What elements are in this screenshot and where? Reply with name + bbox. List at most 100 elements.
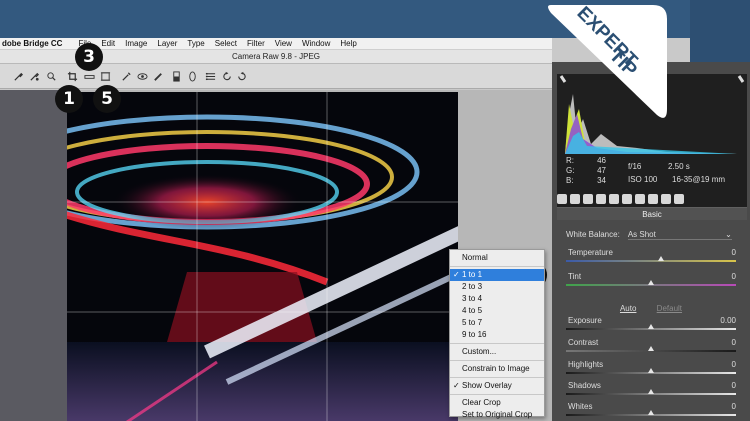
menu-separator — [450, 377, 544, 378]
tab-snapshots-icon[interactable] — [674, 194, 684, 204]
menu-item-constrain-to-image[interactable]: Constrain to Image — [450, 363, 544, 375]
tab-hsl-icon[interactable] — [596, 194, 606, 204]
default-link[interactable]: Default — [657, 304, 682, 313]
menu-item-label: 9 to 16 — [462, 330, 487, 339]
auto-default-row: Auto Default — [552, 304, 750, 313]
slider-exposure[interactable]: Exposure 0.00 — [566, 316, 736, 334]
tab-lens-icon[interactable] — [622, 194, 632, 204]
menu-item-2-to-3[interactable]: 2 to 3 — [450, 281, 544, 293]
crop-outside-area — [0, 90, 67, 421]
g-label: G: — [566, 166, 575, 175]
preferences-icon[interactable] — [205, 71, 216, 82]
menu-separator — [450, 266, 544, 267]
menu-item-clear-crop[interactable]: Clear Crop — [450, 397, 544, 409]
aperture: f/16 — [628, 162, 642, 171]
slider-knob[interactable] — [648, 410, 654, 415]
slider-highlights[interactable]: Highlights 0 — [566, 360, 736, 378]
slider-knob[interactable] — [648, 389, 654, 394]
rgb-readout: R: 46 G: 47 B: 34 — [566, 156, 606, 186]
menu-item-3-to-4[interactable]: 3 to 4 — [450, 293, 544, 305]
slider-value[interactable]: 0 — [732, 360, 736, 369]
white-balance-label: White Balance: — [566, 230, 620, 239]
menu-help[interactable]: Help — [340, 39, 356, 48]
menu-item-label: 1 to 1 — [462, 270, 483, 279]
slider-value[interactable]: 0.00 — [720, 316, 736, 325]
graduated-filter-icon[interactable] — [171, 71, 182, 82]
window-title: Camera Raw 9.8 - JPEG — [231, 52, 321, 61]
photo-preview[interactable] — [67, 92, 458, 421]
tab-camera-icon[interactable] — [648, 194, 658, 204]
header-stripe — [690, 0, 750, 62]
checkmark-icon: ✓ — [453, 270, 460, 279]
menu-item-label: 5 to 7 — [462, 318, 483, 327]
menu-image[interactable]: Image — [125, 39, 147, 48]
menu-filter[interactable]: Filter — [247, 39, 265, 48]
camera-info: f/16 2.50 s ISO 100 16-35@19 mm — [628, 160, 725, 186]
slider-knob[interactable] — [648, 280, 654, 285]
adjustment-brush-icon[interactable] — [153, 71, 164, 82]
slider-value[interactable]: 0 — [732, 272, 736, 281]
menu-item-label: Normal — [462, 253, 488, 262]
crop-aspect-menu: Normal ✓ 1 to 1 2 to 3 3 to 4 4 to 5 5 to… — [449, 249, 545, 419]
tab-tone-curve-icon[interactable] — [570, 194, 580, 204]
targeted-adjust-icon[interactable] — [46, 71, 57, 82]
red-eye-icon[interactable] — [137, 71, 148, 82]
auto-link[interactable]: Auto — [620, 304, 636, 313]
menu-item-9-to-16[interactable]: 9 to 16 — [450, 329, 544, 341]
menu-view[interactable]: View — [275, 39, 292, 48]
transform-icon[interactable] — [100, 71, 111, 82]
menu-item-label: Custom... — [462, 347, 497, 356]
slider-knob[interactable] — [658, 256, 664, 261]
menu-item-5-to-7[interactable]: 5 to 7 — [450, 317, 544, 329]
slider-value[interactable]: 0 — [732, 248, 736, 257]
menu-edit[interactable]: Edit — [101, 39, 115, 48]
spot-removal-icon[interactable] — [121, 71, 132, 82]
badge-3: 3 — [75, 43, 103, 71]
menu-item-label: Set to Original Crop — [462, 410, 533, 419]
menu-window[interactable]: Window — [302, 39, 330, 48]
slider-contrast[interactable]: Contrast 0 — [566, 338, 736, 356]
tab-effects-icon[interactable] — [635, 194, 645, 204]
menu-item-4-to-5[interactable]: 4 to 5 — [450, 305, 544, 317]
radial-filter-icon[interactable] — [187, 71, 198, 82]
crop-icon[interactable] — [67, 71, 78, 82]
slider-tint[interactable]: Tint 0 — [566, 272, 736, 290]
menu-item-1-to-1[interactable]: ✓ 1 to 1 — [450, 269, 544, 281]
expert-tip-badge: EXPERT TIP — [548, 5, 667, 118]
menu-item-show-overlay[interactable]: ✓ Show Overlay — [450, 380, 544, 392]
slider-whites[interactable]: Whites 0 — [566, 402, 736, 420]
menu-item-set-original-crop[interactable]: Set to Original Crop — [450, 409, 544, 421]
app-name[interactable]: dobe Bridge CC — [0, 39, 62, 48]
badge-1: 1 — [55, 85, 83, 113]
tab-basic-icon[interactable] — [557, 194, 567, 204]
white-balance-icon[interactable] — [13, 71, 24, 82]
menu-select[interactable]: Select — [215, 39, 237, 48]
menu-item-label: 3 to 4 — [462, 294, 483, 303]
slider-label: Shadows — [568, 381, 601, 390]
slider-value[interactable]: 0 — [732, 381, 736, 390]
menu-item-normal[interactable]: Normal — [450, 252, 544, 264]
slider-knob[interactable] — [648, 346, 654, 351]
color-sampler-icon[interactable] — [29, 71, 40, 82]
tab-presets-icon[interactable] — [661, 194, 671, 204]
menu-separator — [450, 360, 544, 361]
rotate-right-icon[interactable] — [236, 71, 247, 82]
slider-value[interactable]: 0 — [732, 402, 736, 411]
menu-layer[interactable]: Layer — [157, 39, 177, 48]
slider-shadows[interactable]: Shadows 0 — [566, 381, 736, 399]
white-balance-select[interactable]: As Shot ⌄ — [627, 230, 732, 240]
slider-knob[interactable] — [648, 324, 654, 329]
slider-value[interactable]: 0 — [732, 338, 736, 347]
menu-type[interactable]: Type — [187, 39, 204, 48]
tab-split-toning-icon[interactable] — [609, 194, 619, 204]
rotate-left-icon[interactable] — [222, 71, 233, 82]
straighten-icon[interactable] — [84, 71, 95, 82]
badge-5: 5 — [93, 85, 121, 113]
slider-label: Exposure — [568, 316, 602, 325]
slider-track[interactable] — [566, 260, 736, 262]
menu-item-custom[interactable]: Custom... — [450, 346, 544, 358]
tab-detail-icon[interactable] — [583, 194, 593, 204]
slider-knob[interactable] — [648, 368, 654, 373]
slider-temperature[interactable]: Temperature 0 — [566, 248, 736, 266]
slider-label: Highlights — [568, 360, 604, 369]
